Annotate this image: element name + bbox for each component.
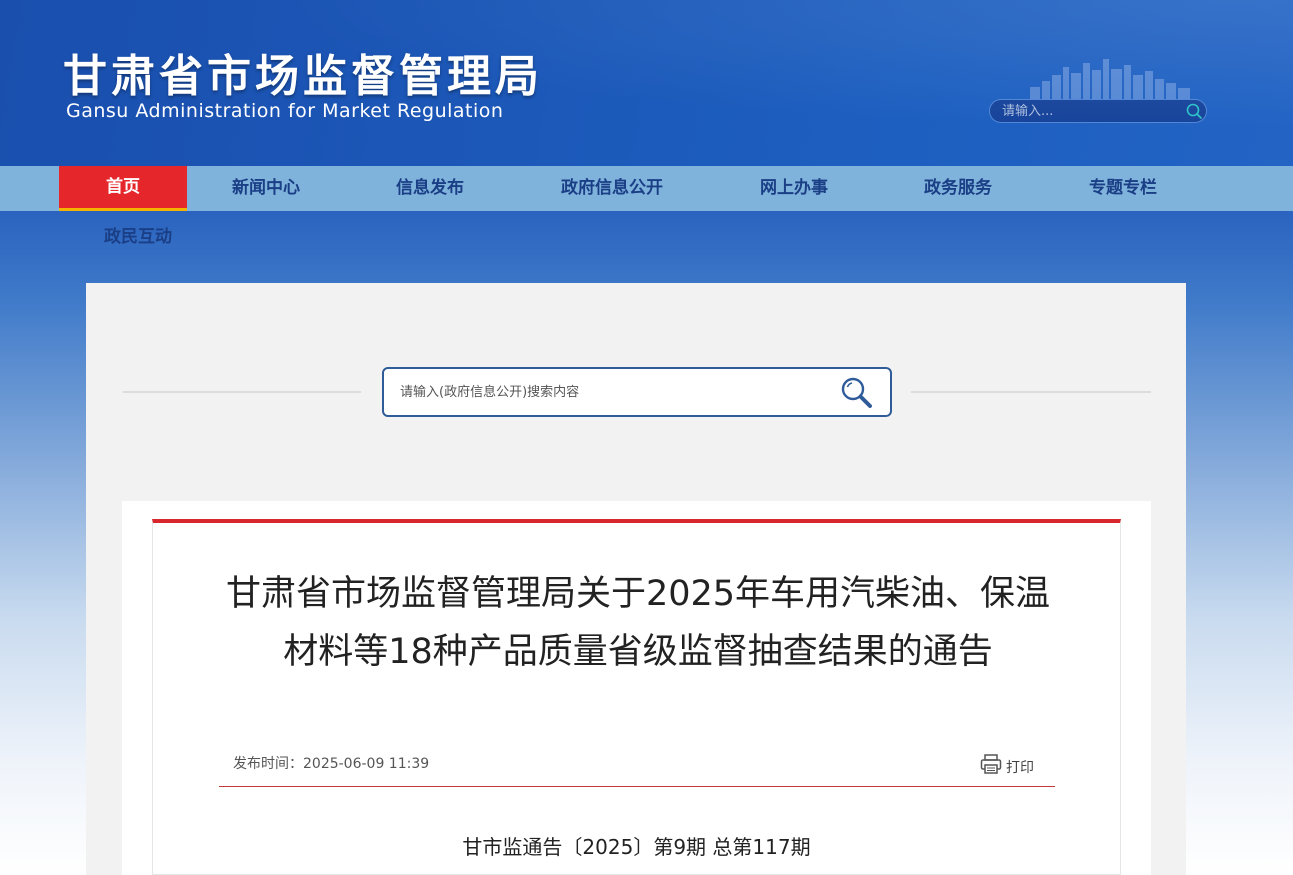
nav-item-interaction[interactable]: 政民互动 (104, 222, 172, 247)
header-search-input[interactable] (1002, 102, 1172, 120)
content-panel: 甘肃省市场监督管理局关于2025年车用汽柴油、保温材料等18种产品质量省级监督抽… (86, 283, 1186, 875)
skyline-decoration (1030, 59, 1190, 100)
search-divider-right (911, 391, 1151, 393)
search-divider-left (123, 391, 361, 393)
publish-info: 发布时间：2025-06-09 11:39 (233, 753, 429, 773)
header-search-box (989, 99, 1207, 123)
printer-icon (980, 753, 1002, 775)
gov-info-search-input[interactable] (400, 383, 820, 401)
nav-item-news[interactable]: 新闻中心 (232, 166, 300, 211)
site-title-cn[interactable]: 甘肃省市场监督管理局 (63, 40, 543, 104)
publish-label: 发布时间： (233, 756, 303, 772)
print-label: 打印 (1006, 760, 1034, 776)
site-header: 甘肃省市场监督管理局 Gansu Administration for Mark… (0, 0, 1293, 166)
nav-item-online-service[interactable]: 网上办事 (760, 166, 828, 211)
article-card: 甘肃省市场监督管理局关于2025年车用汽柴油、保温材料等18种产品质量省级监督抽… (152, 519, 1121, 875)
nav-item-gov-service[interactable]: 政务服务 (924, 166, 992, 211)
article-container: 甘肃省市场监督管理局关于2025年车用汽柴油、保温材料等18种产品质量省级监督抽… (122, 501, 1151, 875)
nav-item-info[interactable]: 信息发布 (396, 166, 464, 211)
nav-item-topics[interactable]: 专题专栏 (1089, 166, 1157, 211)
publish-time: 2025-06-09 11:39 (303, 756, 430, 772)
meta-divider (219, 786, 1055, 787)
article-title: 甘肃省市场监督管理局关于2025年车用汽柴油、保温材料等18种产品质量省级监督抽… (225, 574, 1051, 672)
search-icon[interactable] (1186, 103, 1203, 120)
nav-item-home[interactable]: 首页 (59, 166, 187, 211)
document-number: 甘市监通告〔2025〕第9期 总第117期 (462, 835, 811, 859)
nav-item-gov-info[interactable]: 政府信息公开 (561, 166, 663, 211)
magnifier-icon[interactable] (839, 375, 875, 411)
gov-info-search-box (382, 367, 892, 417)
main-nav: 首页 新闻中心 信息发布 政府信息公开 网上办事 政务服务 专题专栏 (0, 166, 1293, 211)
site-title-en: Gansu Administration for Market Regulati… (66, 100, 504, 122)
